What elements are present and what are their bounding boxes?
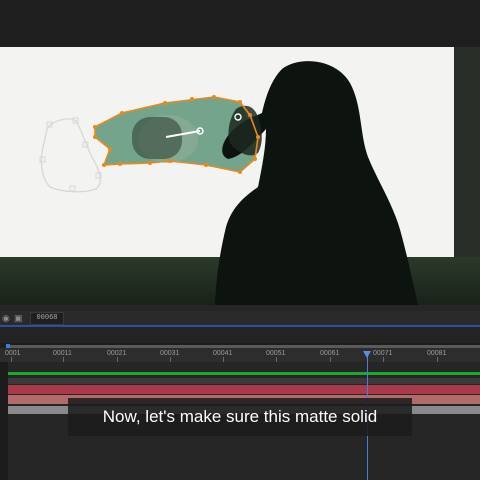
viewer-overlay — [39, 61, 418, 305]
white-mask-vertices[interactable] — [39, 117, 102, 192]
white-mask-path[interactable] — [40, 118, 102, 193]
layer-panel-edge — [0, 362, 8, 480]
ruler-label: 00021 — [107, 350, 127, 357]
camera-icon[interactable]: ◉ — [2, 312, 10, 324]
timeline-header: ◉ ▣ 00068 — [0, 311, 480, 325]
ruler-label: 00031 — [160, 350, 180, 357]
ruler-label: 00011 — [53, 350, 72, 357]
subtitle-caption: Now, let's make sure this matte solid — [68, 398, 412, 436]
time-ruler[interactable]: 0001 00011 00021 00031 00041 00051 00061… — [0, 348, 480, 362]
woman-silhouette — [215, 61, 418, 305]
track-layer-gray[interactable] — [8, 378, 480, 384]
snapshot-icon[interactable]: ▣ — [14, 312, 23, 324]
timeline-toolbar — [0, 327, 480, 343]
composition-viewer[interactable] — [0, 47, 480, 305]
ruler-label: 0001 — [5, 350, 21, 357]
ruler-label: 00041 — [213, 350, 233, 357]
face-shadow — [132, 117, 182, 159]
playhead-handle[interactable] — [363, 351, 371, 358]
track-layer-green[interactable] — [8, 372, 480, 375]
ruler-label: 00081 — [427, 350, 447, 357]
top-toolbar — [0, 0, 480, 47]
timecode-display[interactable]: 00068 — [30, 312, 64, 325]
ruler-label: 00071 — [373, 350, 393, 357]
ruler-label: 00061 — [320, 350, 340, 357]
ruler-label: 00051 — [266, 350, 286, 357]
track-layer-red[interactable] — [8, 385, 480, 394]
